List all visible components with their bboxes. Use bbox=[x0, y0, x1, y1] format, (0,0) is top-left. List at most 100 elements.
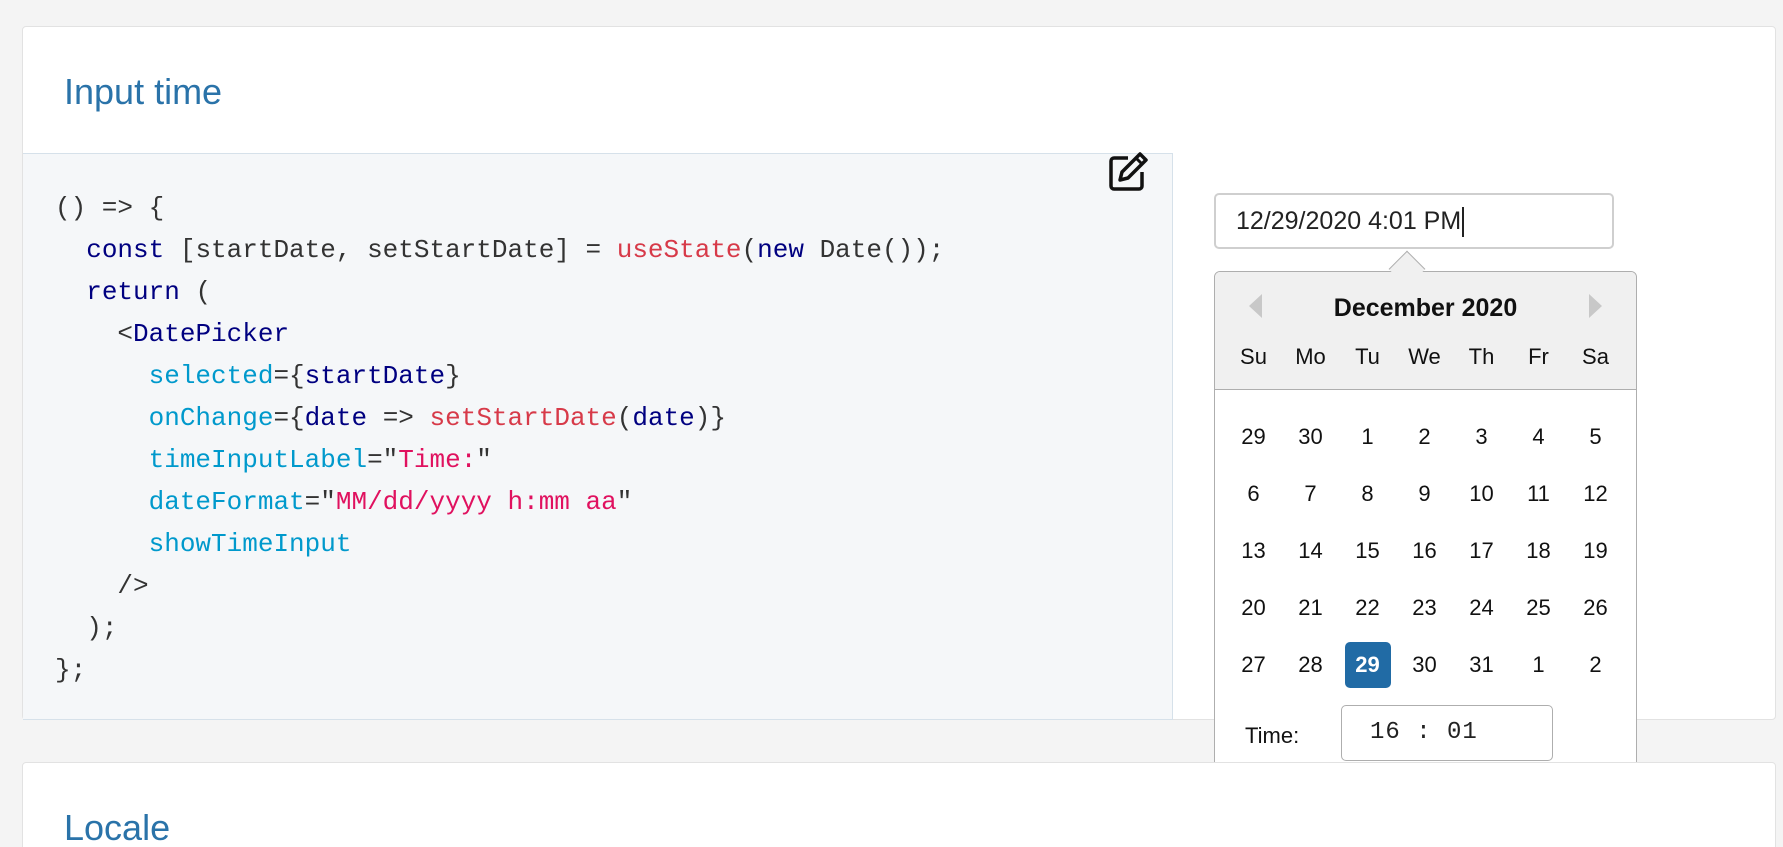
calendar-day[interactable]: 10 bbox=[1453, 465, 1510, 522]
calendar-day[interactable]: 18 bbox=[1510, 522, 1567, 579]
calendar-day[interactable]: 14 bbox=[1282, 522, 1339, 579]
day-number: 8 bbox=[1361, 480, 1374, 506]
calendar-day[interactable]: 8 bbox=[1339, 465, 1396, 522]
code-token: startDate bbox=[304, 361, 446, 391]
weekday-label: Th bbox=[1468, 344, 1495, 369]
day-number: 2 bbox=[1589, 651, 1602, 677]
day-number: 3 bbox=[1475, 423, 1488, 449]
day-number: 1 bbox=[1361, 423, 1374, 449]
calendar-day[interactable]: 22 bbox=[1339, 579, 1396, 636]
code-token: } bbox=[445, 361, 461, 391]
calendar-day[interactable]: 12 bbox=[1567, 465, 1624, 522]
calendar-day[interactable]: 19 bbox=[1567, 522, 1624, 579]
code-token: =" bbox=[367, 445, 399, 475]
calendar-day[interactable]: 31 bbox=[1453, 636, 1510, 693]
code-token: return bbox=[86, 277, 180, 307]
section-title: Locale bbox=[64, 807, 171, 847]
code-token: ={ bbox=[273, 361, 305, 391]
calendar-day[interactable]: 3 bbox=[1453, 408, 1510, 465]
day-number: 1 bbox=[1532, 651, 1545, 677]
code-content[interactable]: () => { const [startDate, setStartDate] … bbox=[55, 187, 944, 691]
calendar-week: 20 21 22 23 24 25 26 bbox=[1225, 579, 1624, 636]
day-number: 12 bbox=[1583, 480, 1608, 506]
code-editor[interactable]: () => { const [startDate, setStartDate] … bbox=[23, 153, 1173, 720]
code-token: selected bbox=[148, 361, 274, 391]
day-number: 9 bbox=[1418, 480, 1431, 506]
code-token: /> bbox=[117, 571, 149, 601]
datepicker-popup: December 2020 Su Mo Tu We Th Fr Sa 29 30 1 2 3 4 5 6 7… bbox=[1214, 271, 1637, 784]
day-number: 16 bbox=[1412, 537, 1437, 563]
day-number: 29 bbox=[1241, 423, 1266, 449]
calendar-day[interactable]: 15 bbox=[1339, 522, 1396, 579]
weekday-label: Mo bbox=[1295, 344, 1326, 369]
calendar-day[interactable]: 29 bbox=[1225, 408, 1282, 465]
calendar-days: 29 30 1 2 3 4 5 6 7 8 9 10 11 12 13 14 15 16 17 18 19 20 21 22 2… bbox=[1225, 408, 1624, 693]
calendar-day[interactable]: 23 bbox=[1396, 579, 1453, 636]
code-token: const bbox=[86, 235, 165, 265]
edit-icon[interactable] bbox=[1106, 150, 1150, 194]
date-time-input[interactable]: 12/29/2020 4:01 PM bbox=[1214, 193, 1614, 249]
calendar-day[interactable]: 28 bbox=[1282, 636, 1339, 693]
day-number: 19 bbox=[1583, 537, 1608, 563]
code-token: =" bbox=[304, 487, 336, 517]
code-token: new bbox=[757, 235, 804, 265]
date-input-value: 12/29/2020 4:01 PM bbox=[1236, 207, 1462, 235]
code-token: dateFormat bbox=[148, 487, 305, 517]
day-number: 20 bbox=[1241, 594, 1266, 620]
code-token: Date()); bbox=[803, 235, 945, 265]
day-number: 21 bbox=[1298, 594, 1323, 620]
calendar-day[interactable]: 26 bbox=[1567, 579, 1624, 636]
code-token: useState bbox=[616, 235, 742, 265]
time-row: Time: 16 : 01 bbox=[1215, 705, 1636, 765]
time-input[interactable]: 16 : 01 bbox=[1341, 705, 1553, 761]
calendar-day[interactable]: 21 bbox=[1282, 579, 1339, 636]
calendar-day[interactable]: 27 bbox=[1225, 636, 1282, 693]
calendar-day[interactable]: 1 bbox=[1339, 408, 1396, 465]
calendar-day-selected[interactable]: 29 bbox=[1339, 636, 1396, 693]
code-token: " bbox=[476, 445, 492, 475]
day-number: 29 bbox=[1344, 641, 1391, 688]
calendar-day[interactable]: 11 bbox=[1510, 465, 1567, 522]
day-number: 17 bbox=[1469, 537, 1494, 563]
code-token: }; bbox=[55, 655, 87, 685]
day-number: 31 bbox=[1469, 651, 1494, 677]
calendar-day[interactable]: 16 bbox=[1396, 522, 1453, 579]
calendar-day[interactable]: 17 bbox=[1453, 522, 1510, 579]
calendar-day[interactable]: 2 bbox=[1567, 636, 1624, 693]
day-number: 25 bbox=[1526, 594, 1551, 620]
day-number: 23 bbox=[1412, 594, 1437, 620]
calendar-day[interactable]: 9 bbox=[1396, 465, 1453, 522]
next-month-icon[interactable] bbox=[1589, 294, 1602, 318]
calendar-day[interactable]: 20 bbox=[1225, 579, 1282, 636]
day-number: 11 bbox=[1527, 480, 1550, 506]
code-token: timeInputLabel bbox=[148, 445, 368, 475]
current-month: December 2020 bbox=[1333, 294, 1518, 322]
code-token: " bbox=[616, 487, 633, 517]
code-token: setStartDate bbox=[429, 403, 617, 433]
calendar-day[interactable]: 30 bbox=[1396, 636, 1453, 693]
calendar-day[interactable]: 25 bbox=[1510, 579, 1567, 636]
calendar-week: 6 7 8 9 10 11 12 bbox=[1225, 465, 1624, 522]
code-token: => bbox=[367, 403, 430, 433]
calendar-day[interactable]: 13 bbox=[1225, 522, 1282, 579]
calendar-day[interactable]: 1 bbox=[1510, 636, 1567, 693]
day-number: 30 bbox=[1298, 423, 1323, 449]
code-token: date bbox=[632, 403, 695, 433]
calendar-day[interactable]: 7 bbox=[1282, 465, 1339, 522]
calendar-day[interactable]: 2 bbox=[1396, 408, 1453, 465]
code-token: onChange bbox=[148, 403, 274, 433]
calendar-day[interactable]: 4 bbox=[1510, 408, 1567, 465]
day-number: 30 bbox=[1412, 651, 1437, 677]
calendar-day[interactable]: 24 bbox=[1453, 579, 1510, 636]
day-number: 10 bbox=[1469, 480, 1494, 506]
locale-card: Locale bbox=[22, 762, 1776, 847]
weekday-label: Fr bbox=[1528, 344, 1549, 369]
code-token: showTimeInput bbox=[148, 529, 352, 559]
code-token: date bbox=[304, 403, 368, 433]
calendar-day[interactable]: 30 bbox=[1282, 408, 1339, 465]
code-token: ( bbox=[179, 277, 212, 307]
section-title: Input time bbox=[64, 71, 223, 112]
calendar-week: 13 14 15 16 17 18 19 bbox=[1225, 522, 1624, 579]
calendar-day[interactable]: 6 bbox=[1225, 465, 1282, 522]
calendar-day[interactable]: 5 bbox=[1567, 408, 1624, 465]
